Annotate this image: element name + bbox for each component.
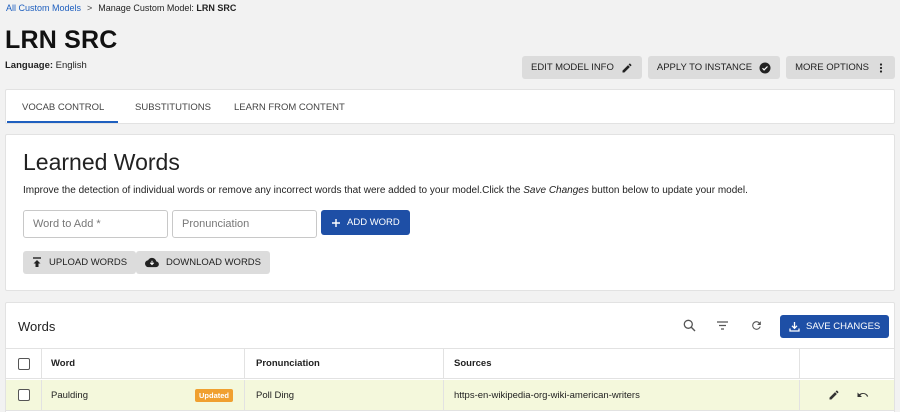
save-changes-label: SAVE CHANGES xyxy=(806,321,881,332)
apply-to-instance-label: APPLY TO INSTANCE xyxy=(656,62,753,73)
active-tab-indicator xyxy=(7,121,118,123)
tab-vocab-control[interactable]: VOCAB CONTROL xyxy=(22,102,104,113)
column-header-pronunciation[interactable]: Pronunciation xyxy=(256,349,320,378)
word-cell: Paulding xyxy=(51,389,88,401)
page-title: LRN SRC xyxy=(5,26,118,54)
filter-icon[interactable] xyxy=(716,319,729,332)
check-circle-icon xyxy=(759,62,771,73)
breadcrumb-separator: > xyxy=(87,3,93,13)
word-to-add-input[interactable]: Word to Add * xyxy=(23,210,168,238)
search-icon[interactable] xyxy=(683,319,696,332)
breadcrumb-current: Manage Custom Model: LRN SRC xyxy=(98,3,237,13)
cloud-download-icon xyxy=(145,257,159,268)
edit-model-info-button[interactable]: EDIT MODEL INFO xyxy=(522,56,642,79)
undo-icon[interactable] xyxy=(856,389,869,401)
more-vert-icon xyxy=(879,62,883,73)
add-word-label: ADD WORD xyxy=(347,217,400,228)
more-options-label: MORE OPTIONS xyxy=(795,62,869,73)
select-all-checkbox[interactable] xyxy=(18,357,30,370)
action-bar: EDIT MODEL INFO APPLY TO INSTANCE MORE O… xyxy=(522,56,895,79)
learned-words-description: Improve the detection of individual word… xyxy=(23,185,748,196)
download-words-button[interactable]: DOWNLOAD WORDS xyxy=(136,251,270,274)
pronunciation-input[interactable]: Pronunciation xyxy=(172,210,317,238)
apply-to-instance-button[interactable]: APPLY TO INSTANCE xyxy=(647,56,781,79)
upload-words-button[interactable]: UPLOAD WORDS xyxy=(23,251,137,274)
column-header-sources[interactable]: Sources xyxy=(454,349,492,378)
upload-icon xyxy=(33,257,41,267)
more-options-button[interactable]: MORE OPTIONS xyxy=(786,56,895,79)
tab-bar: VOCAB CONTROL SUBSTITUTIONS LEARN FROM C… xyxy=(5,89,895,124)
words-title: Words xyxy=(18,319,56,334)
pronunciation-cell: Poll Ding xyxy=(256,389,295,401)
plus-icon xyxy=(332,218,340,227)
updated-badge: Updated xyxy=(195,389,233,402)
add-word-button[interactable]: ADD WORD xyxy=(321,210,410,235)
tab-learn-from-content[interactable]: LEARN FROM CONTENT xyxy=(234,102,345,113)
learned-words-title: Learned Words xyxy=(23,149,180,175)
download-icon xyxy=(789,322,800,332)
refresh-icon[interactable] xyxy=(750,319,763,332)
pencil-icon[interactable] xyxy=(828,389,840,401)
words-table-header: Word Pronunciation Sources xyxy=(6,348,894,379)
upload-words-label: UPLOAD WORDS xyxy=(49,257,128,268)
language-value: English xyxy=(55,60,87,71)
edit-model-info-label: EDIT MODEL INFO xyxy=(531,62,614,73)
breadcrumb-root-link[interactable]: All Custom Models xyxy=(6,3,81,13)
save-changes-button[interactable]: SAVE CHANGES xyxy=(780,315,890,338)
column-header-word[interactable]: Word xyxy=(51,349,75,378)
row-checkbox[interactable] xyxy=(18,389,30,401)
pencil-icon xyxy=(622,62,632,72)
table-row[interactable]: Paulding Updated Poll Ding https-en-wiki… xyxy=(6,380,894,411)
sources-cell: https-en-wikipedia-org-wiki-american-wri… xyxy=(454,389,640,401)
words-card: Words SAVE CHANGES Word Pronunciation So… xyxy=(5,302,895,412)
breadcrumb: All Custom Models > Manage Custom Model:… xyxy=(6,3,236,13)
download-words-label: DOWNLOAD WORDS xyxy=(166,257,261,268)
tab-substitutions[interactable]: SUBSTITUTIONS xyxy=(135,102,211,113)
learned-words-card: Learned Words Improve the detection of i… xyxy=(5,134,895,291)
language-line: Language: English xyxy=(5,60,87,71)
